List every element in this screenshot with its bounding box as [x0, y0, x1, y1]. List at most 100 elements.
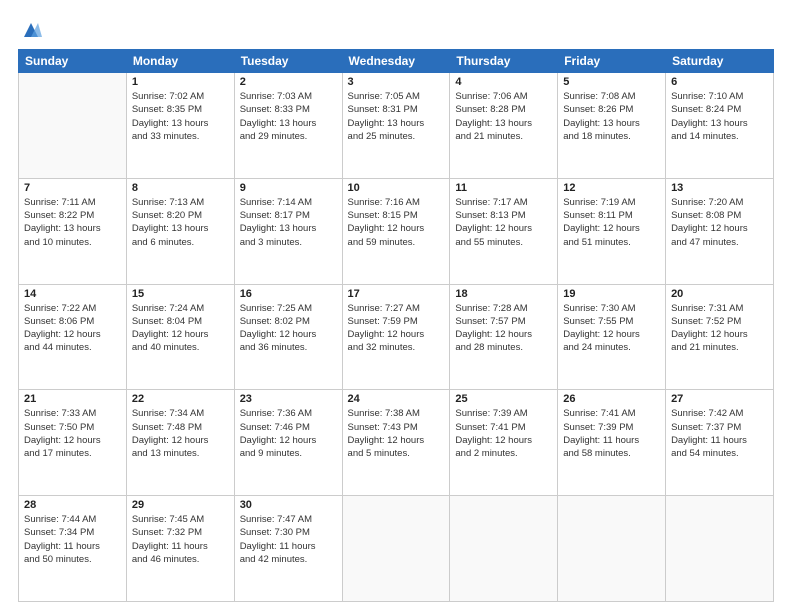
- info-line: Daylight: 12 hours: [24, 434, 121, 447]
- header: [18, 15, 774, 41]
- week-row-2: 14Sunrise: 7:22 AMSunset: 8:06 PMDayligh…: [19, 284, 774, 390]
- info-line: Sunrise: 7:02 AM: [132, 90, 229, 103]
- info-line: Sunset: 7:48 PM: [132, 421, 229, 434]
- info-line: Sunrise: 7:10 AM: [671, 90, 768, 103]
- day-number: 2: [240, 76, 337, 88]
- cell-info: Sunrise: 7:13 AMSunset: 8:20 PMDaylight:…: [132, 196, 229, 249]
- weekday-friday: Friday: [558, 50, 666, 73]
- info-line: and 17 minutes.: [24, 447, 121, 460]
- cell-info: Sunrise: 7:44 AMSunset: 7:34 PMDaylight:…: [24, 513, 121, 566]
- day-number: 6: [671, 76, 768, 88]
- info-line: Daylight: 12 hours: [132, 434, 229, 447]
- info-line: Sunrise: 7:14 AM: [240, 196, 337, 209]
- calendar-cell: [558, 496, 666, 602]
- day-number: 19: [563, 288, 660, 300]
- cell-info: Sunrise: 7:10 AMSunset: 8:24 PMDaylight:…: [671, 90, 768, 143]
- info-line: and 21 minutes.: [455, 130, 552, 143]
- info-line: Daylight: 12 hours: [348, 328, 445, 341]
- info-line: Sunrise: 7:30 AM: [563, 302, 660, 315]
- cell-info: Sunrise: 7:19 AMSunset: 8:11 PMDaylight:…: [563, 196, 660, 249]
- info-line: Sunrise: 7:28 AM: [455, 302, 552, 315]
- info-line: Daylight: 12 hours: [455, 434, 552, 447]
- info-line: Sunrise: 7:47 AM: [240, 513, 337, 526]
- cell-info: Sunrise: 7:20 AMSunset: 8:08 PMDaylight:…: [671, 196, 768, 249]
- info-line: and 13 minutes.: [132, 447, 229, 460]
- day-number: 17: [348, 288, 445, 300]
- info-line: Sunrise: 7:44 AM: [24, 513, 121, 526]
- info-line: Daylight: 12 hours: [455, 328, 552, 341]
- info-line: Daylight: 11 hours: [24, 540, 121, 553]
- info-line: Sunset: 8:24 PM: [671, 103, 768, 116]
- info-line: and 18 minutes.: [563, 130, 660, 143]
- cell-info: Sunrise: 7:25 AMSunset: 8:02 PMDaylight:…: [240, 302, 337, 355]
- info-line: and 14 minutes.: [671, 130, 768, 143]
- calendar-cell: 1Sunrise: 7:02 AMSunset: 8:35 PMDaylight…: [126, 73, 234, 179]
- info-line: Daylight: 12 hours: [348, 434, 445, 447]
- day-number: 21: [24, 393, 121, 405]
- day-number: 23: [240, 393, 337, 405]
- info-line: and 42 minutes.: [240, 553, 337, 566]
- info-line: Daylight: 13 hours: [671, 117, 768, 130]
- info-line: and 6 minutes.: [132, 236, 229, 249]
- day-number: 28: [24, 499, 121, 511]
- info-line: and 47 minutes.: [671, 236, 768, 249]
- day-number: 22: [132, 393, 229, 405]
- cell-info: Sunrise: 7:38 AMSunset: 7:43 PMDaylight:…: [348, 407, 445, 460]
- info-line: Daylight: 13 hours: [348, 117, 445, 130]
- info-line: Sunrise: 7:13 AM: [132, 196, 229, 209]
- info-line: and 46 minutes.: [132, 553, 229, 566]
- calendar-cell: 14Sunrise: 7:22 AMSunset: 8:06 PMDayligh…: [19, 284, 127, 390]
- info-line: Sunrise: 7:17 AM: [455, 196, 552, 209]
- info-line: and 54 minutes.: [671, 447, 768, 460]
- day-number: 15: [132, 288, 229, 300]
- info-line: Sunrise: 7:11 AM: [24, 196, 121, 209]
- calendar-cell: [19, 73, 127, 179]
- info-line: Sunrise: 7:39 AM: [455, 407, 552, 420]
- calendar-cell: 8Sunrise: 7:13 AMSunset: 8:20 PMDaylight…: [126, 178, 234, 284]
- cell-info: Sunrise: 7:24 AMSunset: 8:04 PMDaylight:…: [132, 302, 229, 355]
- day-number: 1: [132, 76, 229, 88]
- day-number: 9: [240, 182, 337, 194]
- calendar-cell: 3Sunrise: 7:05 AMSunset: 8:31 PMDaylight…: [342, 73, 450, 179]
- calendar-cell: 16 Sunrise: 7:25 AMSunset: 8:02 PMDayligh…: [234, 284, 342, 390]
- info-line: and 51 minutes.: [563, 236, 660, 249]
- calendar-cell: [342, 496, 450, 602]
- calendar-header: SundayMondayTuesdayWednesdayThursdayFrid…: [19, 50, 774, 73]
- calendar-cell: 10Sunrise: 7:16 AMSunset: 8:15 PMDayligh…: [342, 178, 450, 284]
- cell-info: Sunrise: 7:17 AMSunset: 8:13 PMDaylight:…: [455, 196, 552, 249]
- info-line: Daylight: 11 hours: [132, 540, 229, 553]
- calendar-body: 1Sunrise: 7:02 AMSunset: 8:35 PMDaylight…: [19, 73, 774, 602]
- info-line: Sunset: 7:55 PM: [563, 315, 660, 328]
- cell-info: Sunrise: 7:06 AMSunset: 8:28 PMDaylight:…: [455, 90, 552, 143]
- week-row-1: 7Sunrise: 7:11 AMSunset: 8:22 PMDaylight…: [19, 178, 774, 284]
- info-line: Sunset: 8:15 PM: [348, 209, 445, 222]
- weekday-wednesday: Wednesday: [342, 50, 450, 73]
- weekday-monday: Monday: [126, 50, 234, 73]
- day-number: 10: [348, 182, 445, 194]
- info-line: Daylight: 12 hours: [348, 222, 445, 235]
- info-line: and 25 minutes.: [348, 130, 445, 143]
- day-number: 16: [240, 288, 337, 300]
- info-line: Sunrise: 7:41 AM: [563, 407, 660, 420]
- info-line: Sunset: 8:28 PM: [455, 103, 552, 116]
- day-number: 29: [132, 499, 229, 511]
- info-line: and 21 minutes.: [671, 341, 768, 354]
- page: SundayMondayTuesdayWednesdayThursdayFrid…: [0, 0, 792, 612]
- info-line: Sunrise: 7:05 AM: [348, 90, 445, 103]
- info-line: and 29 minutes.: [240, 130, 337, 143]
- info-line: and 5 minutes.: [348, 447, 445, 460]
- cell-info: Sunrise: 7:39 AMSunset: 7:41 PMDaylight:…: [455, 407, 552, 460]
- calendar-cell: 23Sunrise: 7:36 AMSunset: 7:46 PMDayligh…: [234, 390, 342, 496]
- info-line: Daylight: 13 hours: [240, 117, 337, 130]
- info-line: Sunset: 8:08 PM: [671, 209, 768, 222]
- calendar-cell: 17Sunrise: 7:27 AMSunset: 7:59 PMDayligh…: [342, 284, 450, 390]
- info-line: Daylight: 12 hours: [563, 328, 660, 341]
- calendar-cell: 24Sunrise: 7:38 AMSunset: 7:43 PMDayligh…: [342, 390, 450, 496]
- info-line: Sunset: 7:57 PM: [455, 315, 552, 328]
- info-line: Daylight: 13 hours: [24, 222, 121, 235]
- info-line: Daylight: 12 hours: [671, 328, 768, 341]
- calendar-cell: [666, 496, 774, 602]
- day-number: 27: [671, 393, 768, 405]
- info-line: and 50 minutes.: [24, 553, 121, 566]
- info-line: Sunrise: 7:36 AM: [240, 407, 337, 420]
